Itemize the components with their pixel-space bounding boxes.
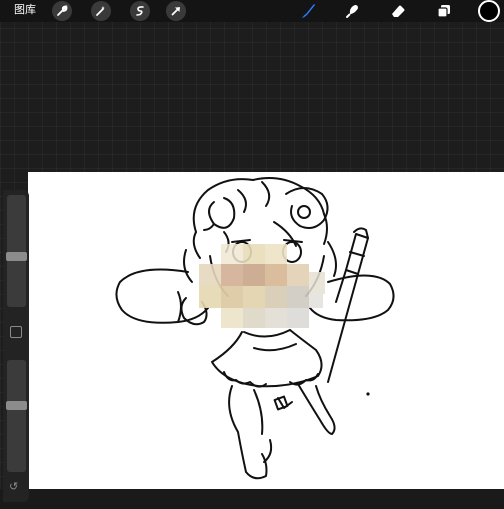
bottom-area <box>0 489 504 509</box>
opacity-thumb[interactable] <box>6 401 27 410</box>
undo-icon[interactable]: ↺ <box>9 480 18 493</box>
left-sidebar: ↺ <box>3 190 29 502</box>
gallery-button[interactable]: 图库 <box>14 3 36 17</box>
wrench-icon[interactable] <box>52 1 72 21</box>
magic-wand-icon[interactable] <box>91 1 111 21</box>
top-toolbar: 图库 <box>0 0 504 22</box>
procreate-app: 图库 ↺ <box>0 0 504 509</box>
line-art-drawing <box>115 177 395 480</box>
brush-size-slider[interactable] <box>6 195 27 307</box>
layers-icon[interactable] <box>434 1 454 21</box>
eraser-icon[interactable] <box>388 1 408 21</box>
transform-arrow-icon[interactable] <box>166 1 186 21</box>
brush-size-thumb[interactable] <box>6 252 27 261</box>
smudge-icon[interactable] <box>342 1 362 21</box>
opacity-slider[interactable] <box>6 360 27 472</box>
selection-icon[interactable] <box>130 1 150 21</box>
brush-icon[interactable] <box>298 1 318 21</box>
color-picker-button[interactable] <box>478 0 500 22</box>
mosaic-blur <box>199 244 325 328</box>
drawing-canvas[interactable] <box>28 172 504 489</box>
modify-square-icon[interactable] <box>10 326 22 338</box>
